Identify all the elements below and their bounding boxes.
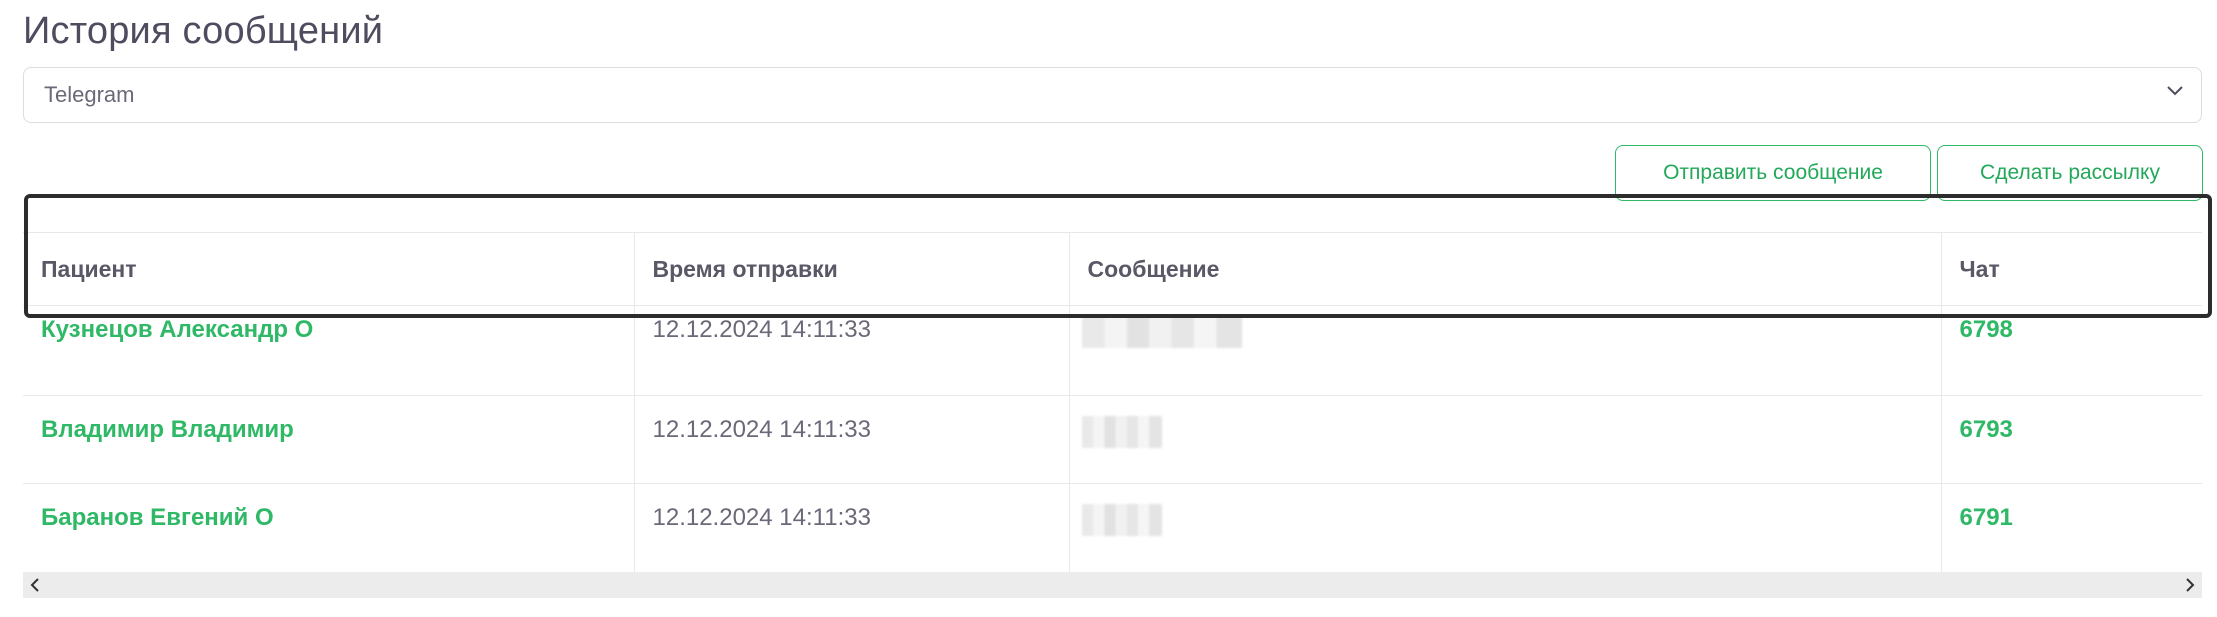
column-header-time[interactable]: Время отправки xyxy=(634,232,1070,306)
chat-link[interactable]: 6791 xyxy=(1960,504,2013,531)
message-cell xyxy=(1069,395,1942,484)
message-history-page: История сообщений Telegram Отправить соо… xyxy=(0,0,2217,617)
patient-cell: Кузнецов Александр О xyxy=(23,305,635,396)
column-header-chat[interactable]: Чат xyxy=(1941,232,2202,306)
horizontal-scrollbar[interactable] xyxy=(23,572,2202,598)
patient-link[interactable]: Кузнецов Александр О xyxy=(41,316,313,343)
message-text xyxy=(1081,316,1242,348)
table-row: Баранов Евгений О 12.12.2024 14:11:33 67… xyxy=(23,483,2202,572)
time-cell: 12.12.2024 14:11:33 xyxy=(634,305,1070,396)
patient-cell: Владимир Владимир xyxy=(23,395,635,484)
chat-link[interactable]: 6793 xyxy=(1960,416,2013,443)
chat-cell: 6798 xyxy=(1941,305,2202,396)
time-cell: 12.12.2024 14:11:33 xyxy=(634,395,1070,484)
patient-link[interactable]: Баранов Евгений О xyxy=(41,504,274,531)
patient-link[interactable]: Владимир Владимир xyxy=(41,416,294,443)
chat-cell: 6791 xyxy=(1941,483,2202,572)
messenger-select-value: Telegram xyxy=(44,82,135,107)
page-title: История сообщений xyxy=(23,10,384,52)
message-cell xyxy=(1069,305,1942,396)
table-row: Владимир Владимир 12.12.2024 14:11:33 67… xyxy=(23,395,2202,484)
chat-link[interactable]: 6798 xyxy=(1960,316,2013,343)
chat-cell: 6793 xyxy=(1941,395,2202,484)
message-cell xyxy=(1069,483,1942,572)
message-text xyxy=(1081,416,1162,448)
chevron-left-icon[interactable] xyxy=(23,572,47,598)
message-text xyxy=(1081,504,1162,536)
table-row: Кузнецов Александр О 12.12.2024 14:11:33… xyxy=(23,305,2202,396)
chevron-down-icon xyxy=(2167,83,2183,99)
messenger-select[interactable]: Telegram xyxy=(23,67,2202,123)
patient-cell: Баранов Евгений О xyxy=(23,483,635,572)
send-message-button[interactable]: Отправить сообщение xyxy=(1615,145,1931,201)
column-header-patient[interactable]: Пациент xyxy=(23,232,635,306)
time-cell: 12.12.2024 14:11:33 xyxy=(634,483,1070,572)
table-header-row: Пациент Время отправки Сообщение Чат xyxy=(23,232,2202,306)
messages-table: Пациент Время отправки Сообщение Чат Куз… xyxy=(23,232,2202,572)
column-header-message[interactable]: Сообщение xyxy=(1069,232,1942,306)
broadcast-button[interactable]: Сделать рассылку xyxy=(1937,145,2203,201)
messages-table-container: Пациент Время отправки Сообщение Чат Куз… xyxy=(23,232,2202,572)
chevron-right-icon[interactable] xyxy=(2178,572,2202,598)
